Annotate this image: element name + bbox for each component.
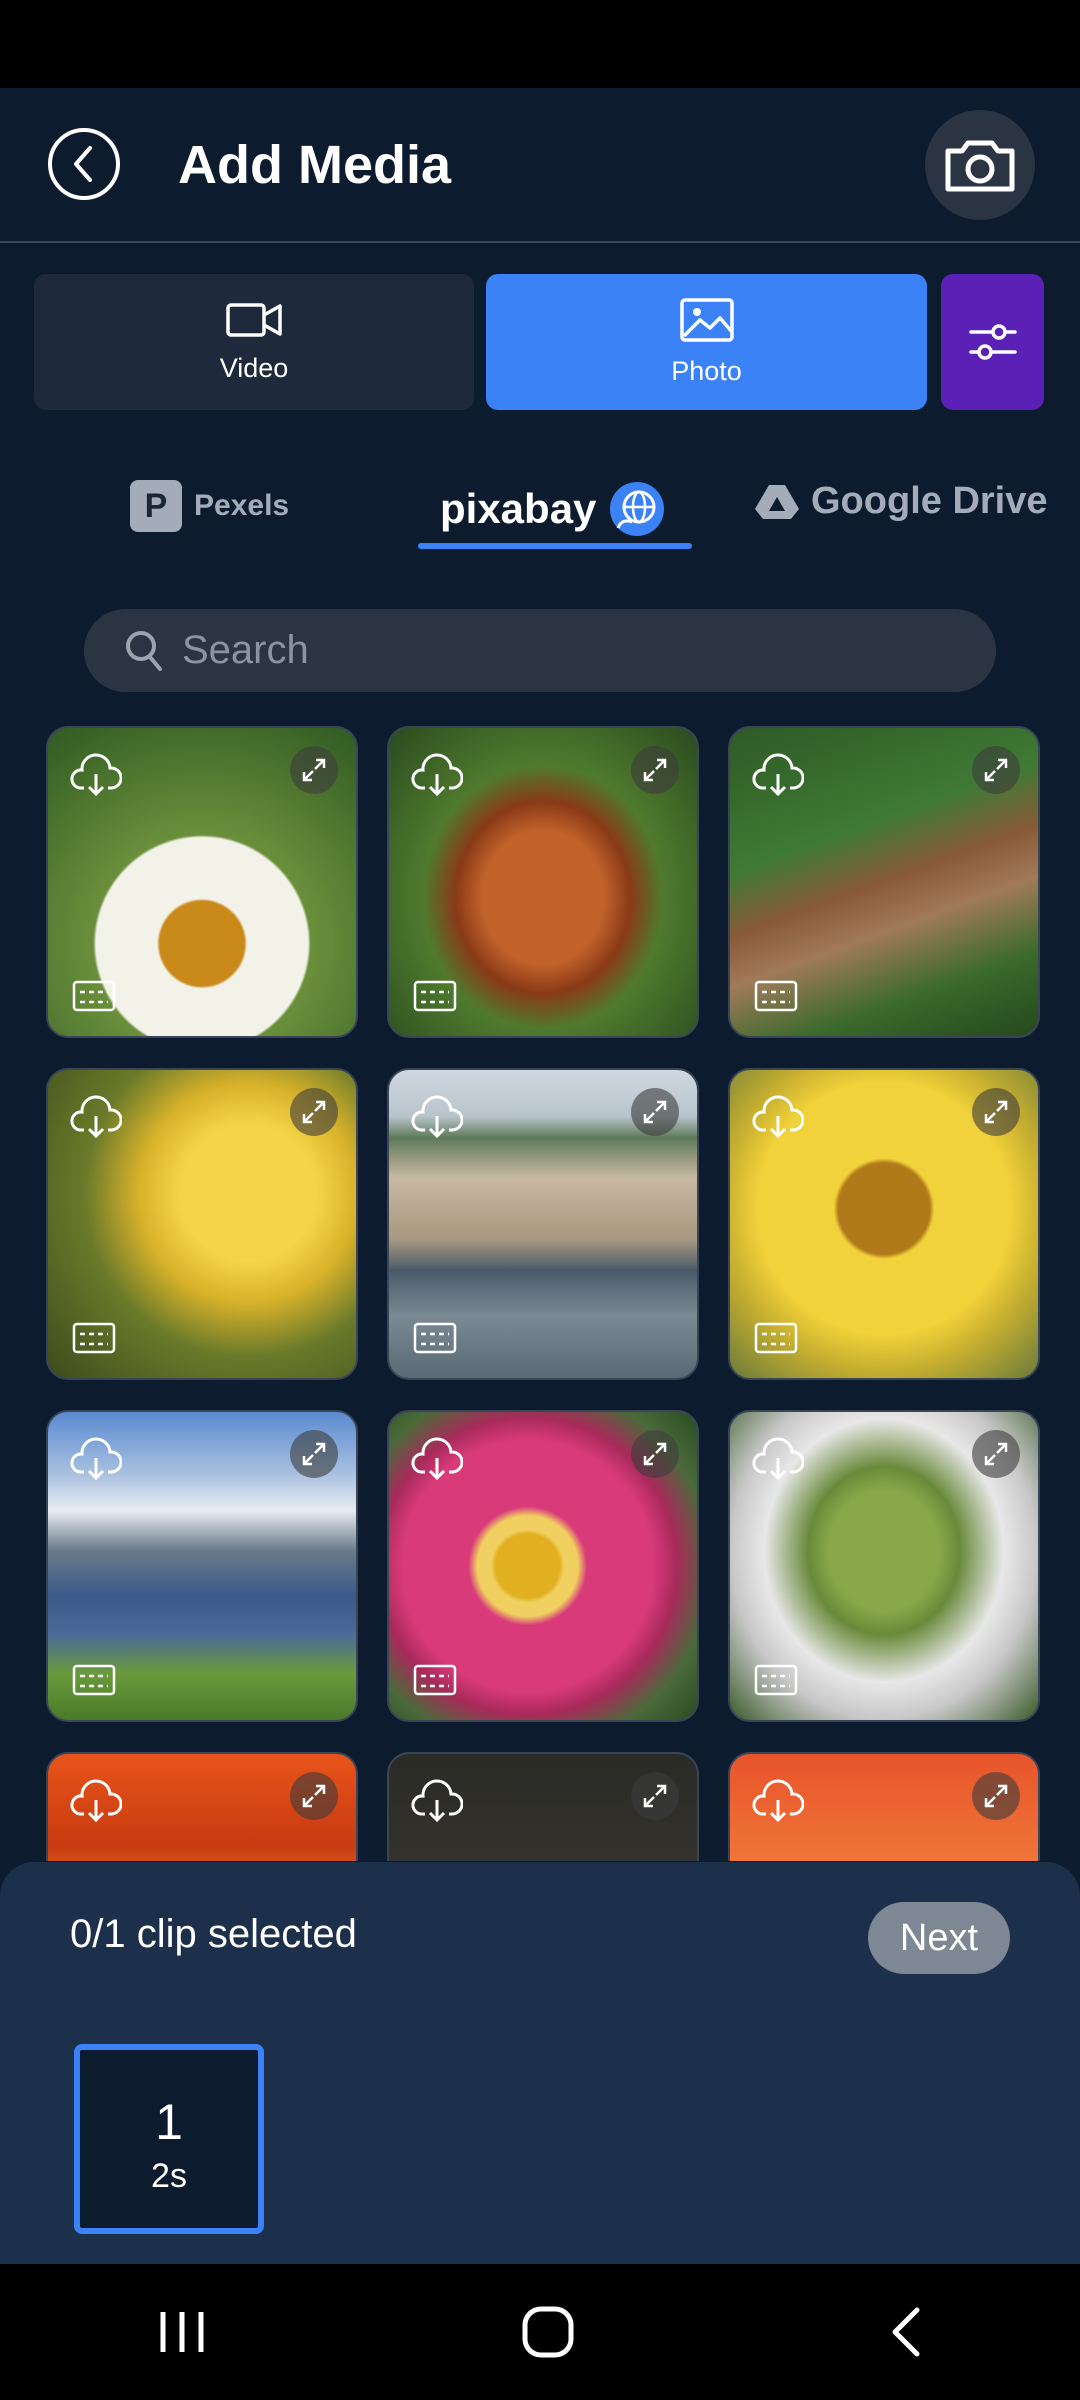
- tab-video-label: Video: [219, 352, 289, 383]
- expand-button[interactable]: [290, 1088, 338, 1136]
- tab-photo[interactable]: Photo: [486, 274, 927, 410]
- expand-icon: [984, 1784, 1008, 1808]
- expand-button[interactable]: [972, 746, 1020, 794]
- photo-type-icon: [72, 980, 116, 1012]
- download-icon[interactable]: [752, 1778, 804, 1824]
- media-tile[interactable]: [387, 1752, 699, 1861]
- expand-button[interactable]: [631, 1772, 679, 1820]
- media-grid: [0, 726, 1080, 1861]
- tab-video[interactable]: Video: [34, 274, 474, 410]
- media-tile[interactable]: [46, 726, 358, 1038]
- globe-icon: [610, 482, 665, 536]
- source-label-pexels: Pexels: [194, 489, 290, 522]
- chevron-left-icon: [74, 146, 92, 182]
- google-drive-icon: [755, 484, 799, 519]
- media-tile[interactable]: [387, 1068, 699, 1380]
- expand-button[interactable]: [972, 1772, 1020, 1820]
- download-icon[interactable]: [752, 752, 804, 798]
- header: Add Media: [0, 88, 1080, 243]
- expand-button[interactable]: [290, 746, 338, 794]
- download-icon[interactable]: [70, 1094, 122, 1140]
- source-tab-pixabay[interactable]: pixabay: [440, 480, 666, 538]
- download-icon[interactable]: [411, 1094, 463, 1140]
- back-nav-icon[interactable]: [889, 2306, 923, 2358]
- download-icon[interactable]: [411, 1436, 463, 1482]
- download-icon[interactable]: [411, 1778, 463, 1824]
- photo-type-icon: [754, 1664, 798, 1696]
- clip-duration: 2s: [151, 2156, 187, 2195]
- photo-type-icon: [72, 1322, 116, 1354]
- download-icon[interactable]: [411, 752, 463, 798]
- media-tile[interactable]: [728, 1410, 1040, 1722]
- system-nav-bar: [0, 2264, 1080, 2400]
- download-icon[interactable]: [752, 1094, 804, 1140]
- sliders-icon: [968, 324, 1017, 360]
- media-tile[interactable]: [46, 1068, 358, 1380]
- selection-status: 0/1 clip selected: [70, 1912, 357, 1956]
- media-tile[interactable]: [728, 726, 1040, 1038]
- expand-icon: [643, 1784, 667, 1808]
- source-tab-pexels[interactable]: P Pexels: [130, 480, 289, 532]
- home-icon[interactable]: [522, 2306, 574, 2358]
- selection-sheet: 0/1 clip selected Next 1 2s: [0, 1862, 1080, 2264]
- next-button[interactable]: Next: [868, 1902, 1010, 1974]
- expand-icon: [643, 1100, 667, 1124]
- video-camera-icon: [226, 302, 282, 337]
- media-tile[interactable]: [728, 1068, 1040, 1380]
- search-icon: [126, 630, 162, 671]
- media-tile[interactable]: [46, 1752, 358, 1861]
- source-tab-google-drive[interactable]: Google Drive: [755, 480, 1048, 523]
- tab-photo-label: Photo: [671, 355, 742, 386]
- expand-icon: [984, 1100, 1008, 1124]
- page-title: Add Media: [178, 135, 452, 195]
- media-tile[interactable]: [387, 726, 699, 1038]
- expand-icon: [643, 758, 667, 782]
- source-label-google-drive: Google Drive: [811, 480, 1048, 522]
- expand-button[interactable]: [631, 746, 679, 794]
- download-icon[interactable]: [70, 752, 122, 798]
- expand-icon: [984, 1442, 1008, 1466]
- media-tile[interactable]: [46, 1410, 358, 1722]
- photo-type-icon: [413, 1322, 457, 1354]
- expand-button[interactable]: [631, 1088, 679, 1136]
- source-tabs: P Pexels pixabay Google Drive: [0, 460, 1080, 560]
- expand-icon: [302, 1784, 326, 1808]
- photo-type-icon: [72, 1664, 116, 1696]
- download-icon[interactable]: [70, 1778, 122, 1824]
- expand-button[interactable]: [290, 1772, 338, 1820]
- image-icon: [679, 297, 734, 342]
- camera-button[interactable]: [925, 110, 1035, 220]
- expand-button[interactable]: [972, 1088, 1020, 1136]
- source-label-pixabay: pixabay: [440, 485, 597, 532]
- download-icon[interactable]: [752, 1436, 804, 1482]
- clip-slot[interactable]: 1 2s: [74, 2044, 264, 2234]
- expand-button[interactable]: [972, 1430, 1020, 1478]
- back-button[interactable]: [48, 128, 120, 200]
- camera-icon: [945, 140, 1015, 192]
- expand-icon: [302, 1442, 326, 1466]
- selected-source-indicator: [418, 543, 692, 549]
- expand-icon: [302, 1100, 326, 1124]
- filter-button[interactable]: [941, 274, 1044, 410]
- expand-button[interactable]: [631, 1430, 679, 1478]
- status-bar: [0, 0, 1080, 88]
- expand-button[interactable]: [290, 1430, 338, 1478]
- expand-icon: [643, 1442, 667, 1466]
- clip-number: 1: [155, 2093, 183, 2150]
- pexels-logo-icon: P: [130, 480, 182, 532]
- photo-type-icon: [754, 980, 798, 1012]
- photo-type-icon: [413, 980, 457, 1012]
- search-input[interactable]: [182, 628, 882, 673]
- photo-type-icon: [754, 1322, 798, 1354]
- photo-type-icon: [413, 1664, 457, 1696]
- expand-icon: [302, 758, 326, 782]
- media-tile[interactable]: [387, 1410, 699, 1722]
- recent-apps-icon[interactable]: [157, 2310, 207, 2354]
- search-bar[interactable]: [84, 609, 996, 692]
- media-tile[interactable]: [728, 1752, 1040, 1861]
- expand-icon: [984, 758, 1008, 782]
- download-icon[interactable]: [70, 1436, 122, 1482]
